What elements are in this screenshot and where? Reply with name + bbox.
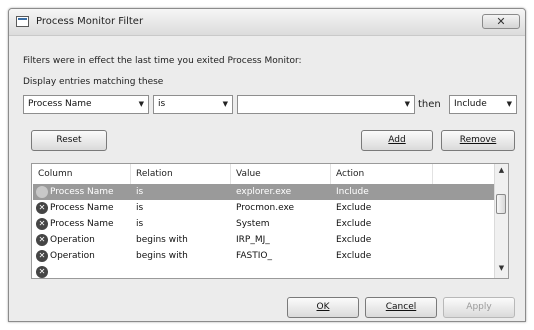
close-button[interactable]: ✕ [482, 14, 520, 29]
row-action: Exclude [336, 235, 372, 245]
info-text: Filters were in effect the last time you… [23, 56, 302, 66]
row-relation: begins with [136, 251, 188, 261]
value-combobox[interactable]: ▼ [237, 95, 415, 114]
filter-table[interactable]: Column Relation Value Action ✓ Process N… [31, 163, 509, 279]
cancel-button-label: Cancel [385, 302, 417, 312]
row-column: Process Name [50, 219, 114, 229]
title-bar: Process Monitor Filter ✕ [9, 9, 525, 36]
row-action: Include [336, 187, 369, 197]
column-divider[interactable] [130, 164, 131, 184]
column-divider[interactable] [330, 164, 331, 184]
apply-button[interactable]: Apply [443, 297, 515, 318]
x-circle-icon: ✕ [36, 218, 48, 230]
row-value: IRP_MJ_ [236, 235, 270, 245]
display-label: Display entries matching these [23, 77, 164, 87]
action-dropdown-value: Include [454, 99, 487, 109]
row-relation: is [136, 203, 144, 213]
scroll-thumb[interactable] [496, 194, 506, 214]
table-row[interactable]: ✕ Process Name is Procmon.exe Exclude [33, 200, 495, 216]
column-divider[interactable] [432, 164, 433, 184]
row-value: Procmon.exe [236, 203, 295, 213]
table-row[interactable]: ✕ Operation begins with IRP_MJ_ Exclude [33, 232, 495, 248]
apply-button-label: Apply [466, 302, 492, 312]
table-row[interactable]: ✓ Process Name is explorer.exe Include [33, 184, 495, 200]
column-header-relation[interactable]: Relation [136, 169, 173, 179]
row-value: explorer.exe [236, 187, 292, 197]
scroll-up-icon[interactable]: ▲ [496, 166, 507, 178]
reset-button-label: Reset [56, 135, 82, 145]
row-column: Operation [50, 235, 95, 245]
x-circle-icon: ✕ [36, 266, 48, 278]
action-dropdown[interactable]: Include ▼ [449, 95, 517, 114]
column-header-action[interactable]: Action [336, 169, 364, 179]
process-monitor-filter-dialog: Process Monitor Filter ✕ Filters were in… [8, 8, 526, 322]
check-circle-icon: ✓ [36, 186, 48, 198]
ok-button[interactable]: OK [287, 297, 359, 318]
relation-dropdown-value: is [158, 99, 166, 109]
cancel-button[interactable]: Cancel [365, 297, 437, 318]
table-header: Column Relation Value Action [32, 164, 496, 184]
column-dropdown[interactable]: Process Name ▼ [23, 95, 149, 114]
row-value: System [236, 219, 270, 229]
row-action: Exclude [336, 251, 372, 261]
column-header-column[interactable]: Column [38, 169, 72, 179]
row-action: Exclude [336, 219, 372, 229]
remove-button[interactable]: Remove [441, 130, 515, 151]
dialog-content: Filters were in effect the last time you… [9, 35, 525, 321]
row-relation: begins with [136, 235, 188, 245]
x-circle-icon: ✕ [36, 202, 48, 214]
x-circle-icon: ✕ [36, 234, 48, 246]
column-divider[interactable] [230, 164, 231, 184]
table-row[interactable]: ✕ Operation begins with FASTIO_ Exclude [33, 248, 495, 264]
row-value: FASTIO_ [236, 251, 272, 261]
scroll-down-icon[interactable]: ▼ [496, 264, 507, 276]
vertical-scrollbar[interactable]: ▲ ▼ [494, 164, 508, 278]
reset-button[interactable]: Reset [31, 130, 107, 151]
row-column: Operation [50, 251, 95, 261]
window-title: Process Monitor Filter [36, 16, 144, 27]
close-icon: ✕ [496, 15, 506, 28]
add-button-label: Add [388, 135, 406, 145]
chevron-down-icon: ▼ [404, 100, 410, 108]
remove-button-label: Remove [459, 135, 497, 145]
table-row[interactable]: ✕ Process Name is System Exclude [33, 216, 495, 232]
row-relation: is [136, 187, 144, 197]
add-button[interactable]: Add [361, 130, 433, 151]
then-label: then [418, 99, 441, 110]
chevron-down-icon: ▼ [138, 100, 144, 108]
column-dropdown-value: Process Name [28, 99, 92, 109]
app-window-icon [16, 16, 29, 27]
ok-button-label: OK [316, 302, 330, 312]
table-row-partial[interactable]: ✕ [33, 264, 495, 278]
row-relation: is [136, 219, 144, 229]
relation-dropdown[interactable]: is ▼ [153, 95, 233, 114]
column-header-value[interactable]: Value [236, 169, 261, 179]
row-action: Exclude [336, 203, 372, 213]
x-circle-icon: ✕ [36, 250, 48, 262]
chevron-down-icon: ▼ [222, 100, 228, 108]
row-column: Process Name [50, 187, 114, 197]
row-column: Process Name [50, 203, 114, 213]
chevron-down-icon: ▼ [506, 100, 512, 108]
